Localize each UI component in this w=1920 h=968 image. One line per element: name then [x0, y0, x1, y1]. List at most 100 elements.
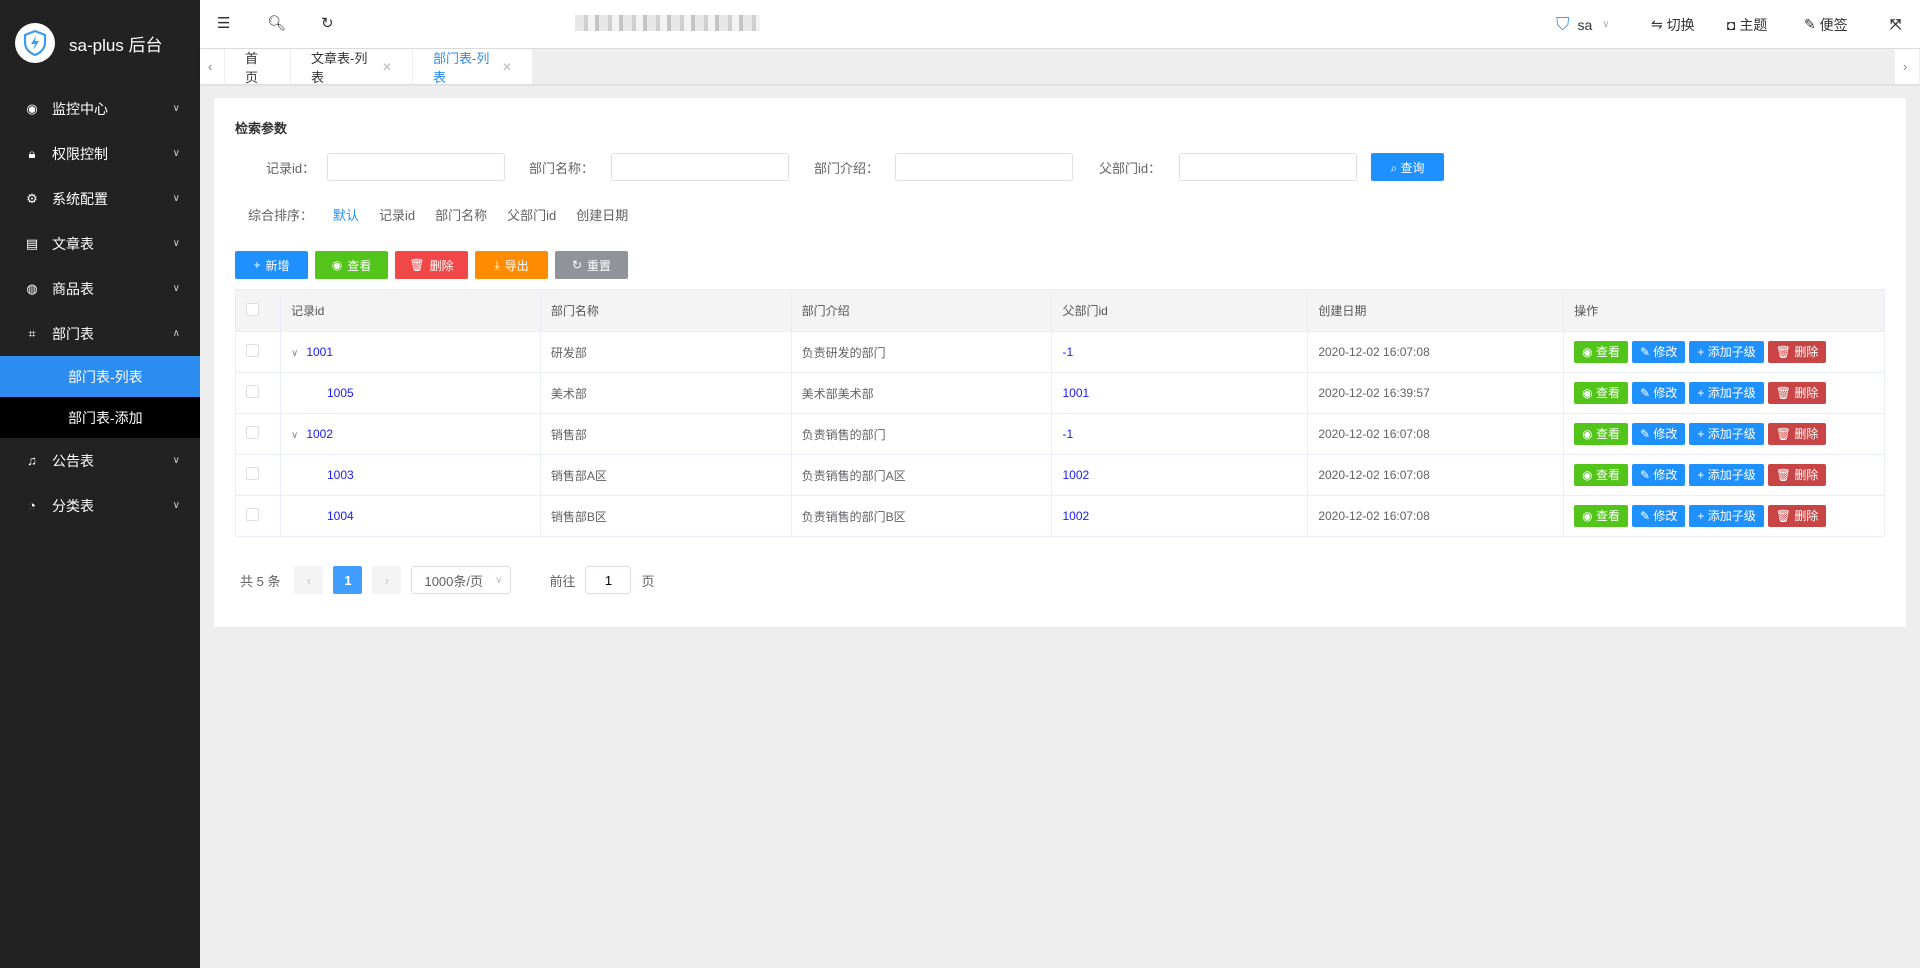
search-field-2[interactable]	[895, 153, 1073, 181]
goto-label: 前往	[549, 573, 576, 589]
row-action-button[interactable]: + 添加子级	[1689, 341, 1764, 363]
plus-icon: +	[1697, 345, 1705, 359]
sidebar-item-2[interactable]: ⚙ 系统配置 ∨	[0, 176, 200, 221]
goto-page-input[interactable]	[585, 566, 632, 594]
sort-option[interactable]: 父部门id	[507, 205, 556, 224]
user-menu[interactable]: ⛉ sa ∨	[1556, 0, 1610, 49]
row-action-button[interactable]: + 添加子级	[1689, 382, 1764, 404]
row-action-button[interactable]: 🗑︎ 删除	[1767, 341, 1827, 363]
button-label: 导出	[504, 258, 529, 273]
sort-option[interactable]: 默认	[333, 205, 359, 224]
tab-2[interactable]: 部门表-列表 ✕	[413, 49, 533, 85]
row-checkbox[interactable]	[246, 508, 259, 521]
eye-icon: ◉	[1582, 427, 1593, 441]
row-action-button[interactable]: 🗑︎ 删除	[1767, 464, 1827, 486]
intro-cell: 负责销售的部门B区	[790, 495, 1053, 537]
row-action-button[interactable]: ✎ 修改	[1632, 341, 1686, 363]
logo: sa-plus 后台	[0, 0, 200, 86]
select-cell	[235, 331, 281, 373]
sidebar-item-5[interactable]: ⌗ 部门表 ∧	[0, 311, 200, 356]
action-label: 删除	[1794, 386, 1819, 400]
toolbar-button-1[interactable]: ◉ 查看	[315, 251, 388, 279]
row-checkbox[interactable]	[246, 344, 259, 357]
tab-label: 首页	[245, 50, 259, 85]
fullscreen-icon[interactable]: ⤧	[1890, 0, 1901, 49]
search-field-0[interactable]	[327, 153, 505, 181]
action-label: 添加子级	[1707, 468, 1756, 482]
page-size-select[interactable]: 1000条/页 ∨	[411, 566, 512, 594]
row-action-button[interactable]: ✎ 修改	[1632, 423, 1686, 445]
sidebar-item-after-0[interactable]: ♫ 公告表 ∨	[0, 438, 200, 483]
row-action-button[interactable]: 🗑︎ 删除	[1767, 382, 1827, 404]
blurred-breadcrumb	[575, 15, 760, 31]
row-checkbox[interactable]	[246, 385, 259, 398]
toolbar-button-3[interactable]: ⤓ 导出	[475, 251, 548, 279]
row-action-button[interactable]: 🗑︎ 删除	[1767, 423, 1827, 445]
tab-0[interactable]: 首页	[225, 49, 291, 85]
sidebar-item-after-1[interactable]: ◔ 分类表 ∨	[0, 483, 200, 528]
eye-icon: ◉	[1582, 509, 1593, 523]
prev-page-button[interactable]: ‹	[294, 566, 324, 594]
row-action-button[interactable]: ◉ 查看	[1574, 341, 1628, 363]
column-header: 部门名称	[539, 289, 792, 332]
name-cell: 销售部A区	[539, 454, 792, 496]
toolbar-button-2[interactable]: 🗑︎ 删除	[395, 251, 468, 279]
tab-label: 部门表-列表	[433, 50, 490, 85]
sidebar-subitem-1[interactable]: 部门表-添加	[0, 397, 200, 438]
select-all-checkbox[interactable]	[246, 302, 259, 316]
action-label: 删除	[1794, 468, 1819, 482]
row-action-button[interactable]: ◉ 查看	[1574, 505, 1628, 527]
row-action-button[interactable]: ◉ 查看	[1574, 382, 1628, 404]
tab-scroll-right-icon[interactable]: ›	[1895, 49, 1920, 84]
sidebar-item-4[interactable]: ◍ 商品表 ∨	[0, 266, 200, 311]
tab-scroll-left-icon[interactable]: ‹	[200, 49, 225, 84]
row-action-button[interactable]: ✎ 修改	[1632, 382, 1686, 404]
sort-option[interactable]: 部门名称	[435, 205, 487, 224]
row-action-button[interactable]: ✎ 修改	[1632, 464, 1686, 486]
gear-icon: ⚙	[26, 190, 38, 206]
toolbar-button-0[interactable]: + 新增	[235, 251, 308, 279]
search-field-3[interactable]	[1179, 153, 1357, 181]
page-suffix: 页	[641, 573, 655, 589]
row-action-button[interactable]: 🗑︎ 删除	[1767, 505, 1827, 527]
query-button[interactable]: ⌕ 查询	[1371, 153, 1444, 181]
sidebar-item-0[interactable]: ◉ 监控中心 ∨	[0, 86, 200, 131]
intro-cell: 负责销售的部门A区	[790, 454, 1053, 496]
menu-toggle-icon[interactable]: ☰	[217, 14, 230, 32]
note-button[interactable]: ✎ 便签	[1804, 0, 1848, 49]
row-action-button[interactable]: + 添加子级	[1689, 423, 1764, 445]
sidebar-item-1[interactable]: 🔒︎ 权限控制 ∨	[0, 131, 200, 176]
field-label: 记录id：	[266, 161, 316, 176]
chevron-down-icon[interactable]: ∨	[291, 430, 298, 441]
row-action-button[interactable]: ✎ 修改	[1632, 505, 1686, 527]
row-checkbox[interactable]	[246, 426, 259, 439]
switch-button[interactable]: ⇋ 切换	[1651, 0, 1695, 49]
sort-option[interactable]: 记录id	[379, 205, 415, 224]
column-header: 操作	[1563, 289, 1885, 332]
close-icon[interactable]: ✕	[502, 60, 512, 74]
sidebar-item-label: 公告表	[52, 452, 94, 469]
search-field-1[interactable]	[611, 153, 789, 181]
sort-option[interactable]: 创建日期	[576, 205, 628, 224]
search-icon[interactable]: 🔍︎	[267, 14, 286, 32]
actions-cell: ◉ 查看 ✎ 修改 + 添加子级 🗑︎ 删除	[1563, 372, 1885, 414]
row-action-button[interactable]: ◉ 查看	[1574, 423, 1628, 445]
theme-button[interactable]: ◘ 主题	[1727, 0, 1767, 49]
tab-1[interactable]: 文章表-列表 ✕	[291, 49, 413, 85]
next-page-button[interactable]: ›	[372, 566, 402, 594]
refresh-icon[interactable]: ↻	[321, 14, 334, 32]
sidebar-subitem-0[interactable]: 部门表-列表	[0, 356, 200, 397]
chevron-down-icon: ∨	[1602, 19, 1610, 30]
page-1-button[interactable]: 1	[333, 566, 363, 594]
row-checkbox[interactable]	[246, 467, 259, 480]
close-icon[interactable]: ✕	[382, 60, 392, 74]
row-action-button[interactable]: + 添加子级	[1689, 505, 1764, 527]
chevron-down-icon[interactable]: ∨	[291, 348, 298, 359]
table-row: ∨ 1001 研发部 负责研发的部门 -1 2020-12-02 16:07:08…	[235, 331, 1885, 373]
row-action-button[interactable]: + 添加子级	[1689, 464, 1764, 486]
header: ☰ 🔍︎ ↻ ⛉ sa ∨ ⇋ 切换 ◘ 主题 ✎ 便签 ⤧	[200, 0, 1920, 49]
toolbar-button-4[interactable]: ↻ 重置	[555, 251, 628, 279]
sidebar-item-3[interactable]: ▤ 文章表 ∨	[0, 221, 200, 266]
row-action-button[interactable]: ◉ 查看	[1574, 464, 1628, 486]
sidebar-item-label: 权限控制	[52, 145, 108, 162]
